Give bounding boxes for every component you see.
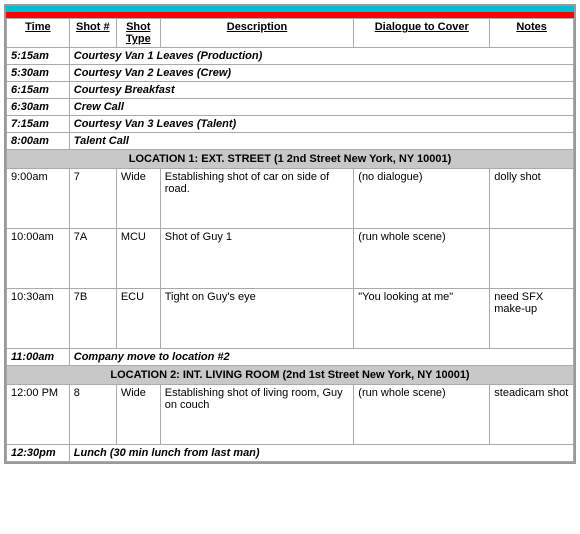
list-item: 8:00amTalent Call — [7, 133, 574, 150]
call-time: 6:30am — [7, 99, 70, 116]
header-time: Time — [7, 19, 70, 48]
call-time: 6:15am — [7, 82, 70, 99]
scene-dialogue: "You looking at me" — [354, 289, 490, 349]
scene-shot: 7 — [69, 169, 116, 229]
location-text: LOCATION 2: INT. LIVING ROOM (2nd 1st St… — [7, 366, 574, 385]
scene-time: 10:00am — [7, 229, 70, 289]
call-time: 5:15am — [7, 48, 70, 65]
call-text: Courtesy Van 1 Leaves (Production) — [69, 48, 573, 65]
location-text: LOCATION 1: EXT. STREET (1 2nd Street Ne… — [7, 150, 574, 169]
scene-type: MCU — [116, 229, 160, 289]
scene-dialogue: (no dialogue) — [354, 169, 490, 229]
scene-desc: Establishing shot of living room, Guy on… — [160, 385, 354, 445]
table-row: 10:00am7AMCUShot of Guy 1(run whole scen… — [7, 229, 574, 289]
header-shot: Shot # — [69, 19, 116, 48]
header-desc: Description — [160, 19, 354, 48]
list-item: LOCATION 2: INT. LIVING ROOM (2nd 1st St… — [7, 366, 574, 385]
call-text: Courtesy Van 2 Leaves (Crew) — [69, 65, 573, 82]
list-item: 6:30amCrew Call — [7, 99, 574, 116]
scene-notes: dolly shot — [490, 169, 574, 229]
scene-type: ECU — [116, 289, 160, 349]
scene-shot: 7B — [69, 289, 116, 349]
header-type: ShotType — [116, 19, 160, 48]
scene-dialogue: (run whole scene) — [354, 229, 490, 289]
call-time: 5:30am — [7, 65, 70, 82]
call-time: 8:00am — [7, 133, 70, 150]
scene-dialogue: (run whole scene) — [354, 385, 490, 445]
list-item: LOCATION 1: EXT. STREET (1 2nd Street Ne… — [7, 150, 574, 169]
table-row: 10:30am7BECUTight on Guy's eye"You looki… — [7, 289, 574, 349]
scene-shot: 8 — [69, 385, 116, 445]
schedule-table: Time Shot # ShotType Description Dialogu… — [6, 18, 574, 462]
call-time: 7:15am — [7, 116, 70, 133]
call-text: Courtesy Van 3 Leaves (Talent) — [69, 116, 573, 133]
list-item: 11:00amCompany move to location #2 — [7, 349, 574, 366]
scene-desc: Tight on Guy's eye — [160, 289, 354, 349]
list-item: 12:30pmLunch (30 min lunch from last man… — [7, 445, 574, 462]
list-item: 7:15amCourtesy Van 3 Leaves (Talent) — [7, 116, 574, 133]
call-text: Company move to location #2 — [69, 349, 573, 366]
scene-shot: 7A — [69, 229, 116, 289]
scene-time: 9:00am — [7, 169, 70, 229]
table-row: 12:00 PM8WideEstablishing shot of living… — [7, 385, 574, 445]
call-text: Talent Call — [69, 133, 573, 150]
scene-time: 10:30am — [7, 289, 70, 349]
call-text: Courtesy Breakfast — [69, 82, 573, 99]
call-time: 11:00am — [7, 349, 70, 366]
scene-notes: steadicam shot — [490, 385, 574, 445]
scene-notes: need SFX make-up — [490, 289, 574, 349]
scene-type: Wide — [116, 385, 160, 445]
call-time: 12:30pm — [7, 445, 70, 462]
scene-desc: Establishing shot of car on side of road… — [160, 169, 354, 229]
list-item: 5:15amCourtesy Van 1 Leaves (Production) — [7, 48, 574, 65]
call-text: Lunch (30 min lunch from last man) — [69, 445, 573, 462]
scene-desc: Shot of Guy 1 — [160, 229, 354, 289]
scene-notes — [490, 229, 574, 289]
scene-time: 12:00 PM — [7, 385, 70, 445]
list-item: 6:15amCourtesy Breakfast — [7, 82, 574, 99]
header-dialogue: Dialogue to Cover — [354, 19, 490, 48]
table-row: 9:00am7WideEstablishing shot of car on s… — [7, 169, 574, 229]
table-header: Time Shot # ShotType Description Dialogu… — [7, 19, 574, 48]
list-item: 5:30amCourtesy Van 2 Leaves (Crew) — [7, 65, 574, 82]
call-text: Crew Call — [69, 99, 573, 116]
header-notes: Notes — [490, 19, 574, 48]
scene-type: Wide — [116, 169, 160, 229]
